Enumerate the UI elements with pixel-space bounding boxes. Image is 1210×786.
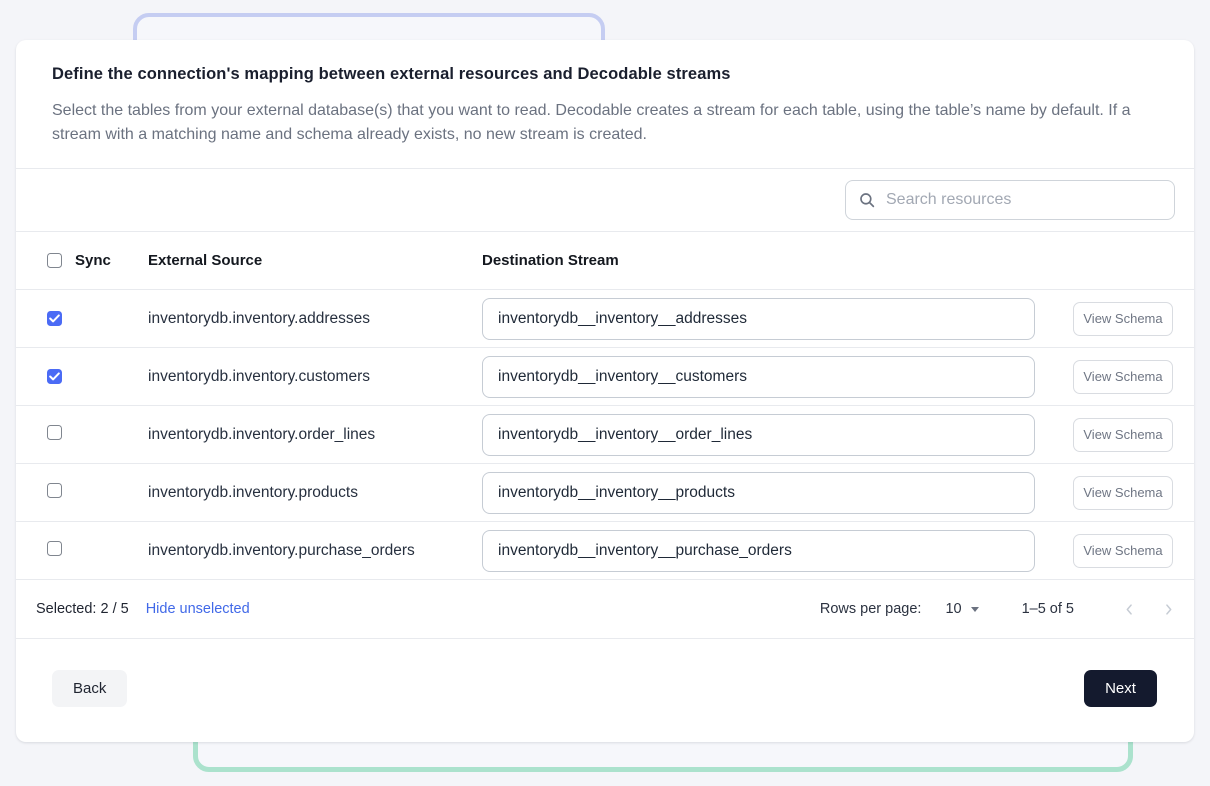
rows-per-page-label: Rows per page: (820, 601, 922, 617)
view-schema-button[interactable]: View Schema (1073, 476, 1173, 510)
search-icon (858, 191, 876, 209)
view-schema-button[interactable]: View Schema (1073, 418, 1173, 452)
row-checkbox[interactable] (47, 425, 62, 440)
view-schema-button[interactable]: View Schema (1073, 534, 1173, 568)
table-header-row: Sync External Source Destination Stream (16, 232, 1194, 290)
pagination-controls: Rows per page: 10 1–5 of 5 (820, 597, 1180, 621)
row-checkbox[interactable] (47, 311, 62, 326)
page-description: Select the tables from your external dat… (52, 99, 1144, 168)
row-checkbox[interactable] (47, 541, 62, 556)
sync-column-header: Sync (75, 252, 111, 269)
search-box[interactable] (845, 180, 1175, 220)
next-button[interactable]: Next (1084, 670, 1157, 707)
next-page-button[interactable] (1156, 597, 1180, 621)
view-schema-button[interactable]: View Schema (1073, 302, 1173, 336)
external-source-label: inventorydb.inventory.products (148, 484, 482, 502)
back-button[interactable]: Back (52, 670, 127, 707)
pager (1102, 597, 1180, 621)
destination-cell (482, 414, 1073, 456)
page-background: { "panel": { "title": "Define the connec… (0, 0, 1210, 786)
search-input[interactable] (886, 191, 1162, 209)
check-icon (49, 372, 60, 381)
external-source-label: inventorydb.inventory.customers (148, 368, 482, 386)
external-source-label: inventorydb.inventory.order_lines (148, 426, 482, 444)
panel-header: Define the connection's mapping between … (16, 40, 1194, 168)
sync-cell (47, 368, 148, 386)
table-row: inventorydb.inventory.addresses View Sch… (16, 290, 1194, 348)
action-bar: Back Next (16, 639, 1194, 731)
destination-cell (482, 472, 1073, 514)
select-all-checkbox[interactable] (47, 253, 62, 268)
page-range-label: 1–5 of 5 (1022, 601, 1074, 617)
destination-stream-input[interactable] (482, 530, 1035, 572)
destination-cell (482, 356, 1073, 398)
rows-per-page-value: 10 (945, 601, 961, 617)
previous-page-button[interactable] (1117, 597, 1141, 621)
toolbar (16, 169, 1194, 231)
selected-count-label: Selected: 2 / 5 (36, 601, 129, 617)
sync-cell (47, 541, 148, 561)
pagination-bar: Selected: 2 / 5 Hide unselected Rows per… (16, 580, 1194, 638)
table-body: inventorydb.inventory.addresses View Sch… (16, 290, 1194, 580)
chevron-right-icon (1161, 602, 1176, 617)
sync-cell (47, 425, 148, 445)
row-checkbox[interactable] (47, 369, 62, 384)
sync-cell (47, 483, 148, 503)
view-schema-button[interactable]: View Schema (1073, 360, 1173, 394)
destination-stream-input[interactable] (482, 414, 1035, 456)
table-row: inventorydb.inventory.customers View Sch… (16, 348, 1194, 406)
destination-stream-column-header: Destination Stream (482, 252, 1073, 269)
row-checkbox[interactable] (47, 483, 62, 498)
page-title: Define the connection's mapping between … (52, 65, 1144, 84)
destination-stream-input[interactable] (482, 472, 1035, 514)
destination-stream-input[interactable] (482, 356, 1035, 398)
table-row: inventorydb.inventory.products View Sche… (16, 464, 1194, 522)
chevron-down-icon (971, 607, 979, 612)
destination-cell (482, 298, 1073, 340)
external-source-label: inventorydb.inventory.purchase_orders (148, 542, 482, 560)
table-row: inventorydb.inventory.order_lines View S… (16, 406, 1194, 464)
external-source-label: inventorydb.inventory.addresses (148, 310, 482, 328)
table-row: inventorydb.inventory.purchase_orders Vi… (16, 522, 1194, 580)
chevron-left-icon (1122, 602, 1137, 617)
sync-cell (47, 310, 148, 328)
external-source-column-header: External Source (148, 252, 482, 269)
hide-unselected-link[interactable]: Hide unselected (146, 601, 250, 617)
sync-header-cell: Sync (47, 252, 148, 269)
rows-per-page-select[interactable]: 10 (945, 601, 978, 617)
resource-mapping-panel: Define the connection's mapping between … (16, 40, 1194, 742)
destination-cell (482, 530, 1073, 572)
destination-stream-input[interactable] (482, 298, 1035, 340)
check-icon (49, 314, 60, 323)
